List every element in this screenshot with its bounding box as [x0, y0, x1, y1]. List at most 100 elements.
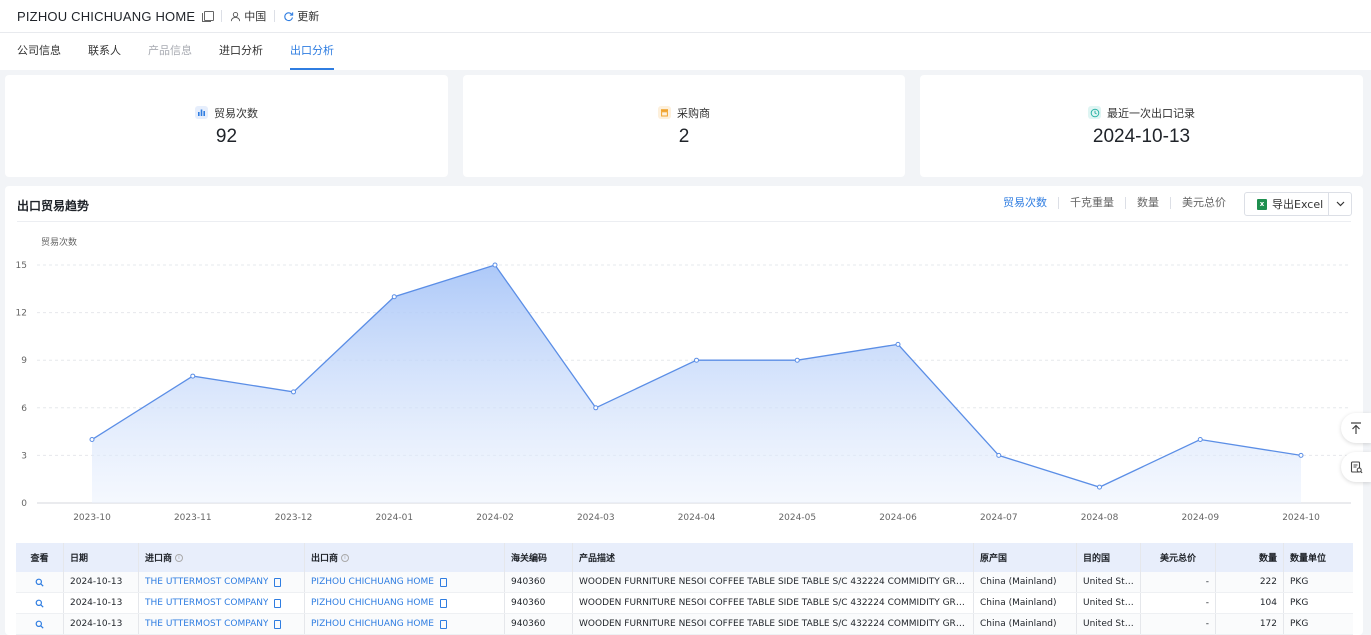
col-unit: 数量单位	[1290, 554, 1327, 564]
x-tick-label: 2024-08	[1081, 513, 1119, 523]
copy-icon[interactable]	[274, 619, 282, 629]
trend-chart: 贸易次数 0 3 6 9 12 15 2023-10 2023-11 2023-12 2024-…	[5, 226, 1363, 526]
table-row[interactable]: 2024-10-13 THE UTTERMOST COMPANY PIZHOU CH…	[16, 593, 1353, 614]
export-excel-main[interactable]: x 导出Excel	[1245, 193, 1329, 215]
cell-product-desc-text: WOODEN FURNITURE NESOI COFFEE TABLE SIDE…	[579, 577, 967, 587]
cell-destination: United Stat...	[1077, 593, 1141, 613]
y-tick-label: 0	[21, 499, 27, 509]
data-point[interactable]	[694, 357, 699, 363]
export-excel-button[interactable]: x 导出Excel	[1244, 192, 1352, 216]
metric-total-usd[interactable]: 美元总价	[1170, 197, 1237, 209]
panel-title: 出口贸易趋势	[17, 199, 90, 213]
cell-exporter[interactable]: PIZHOU CHICHUANG HOME	[305, 593, 505, 613]
cell-origin-text: China (Mainland)	[980, 577, 1057, 587]
cell-exporter-text[interactable]: PIZHOU CHICHUANG HOME	[311, 598, 434, 608]
metric-trade-count[interactable]: 贸易次数	[992, 197, 1058, 209]
cell-hs-code: 940360	[505, 572, 573, 592]
cell-quantity: 104	[1216, 593, 1284, 613]
user-pin-icon	[231, 11, 241, 21]
cell-importer-text[interactable]: THE UTTERMOST COMPANY	[145, 577, 268, 587]
cell-importer-text[interactable]: THE UTTERMOST COMPANY	[145, 598, 268, 608]
cell-destination: United Stat...	[1077, 614, 1141, 634]
tab-bar: 公司信息 联系人 产品信息 进口分析 出口分析	[0, 33, 1371, 70]
col-exporter-label: 出口商	[311, 554, 339, 564]
region-label: 中国	[244, 10, 267, 23]
last-export-card: 最近一次出口记录 2024-10-13	[920, 75, 1363, 177]
chevron-down-icon	[1336, 201, 1344, 207]
cell-unit-text: PKG	[1290, 577, 1309, 587]
data-point[interactable]	[794, 357, 800, 363]
search-icon[interactable]	[35, 599, 44, 608]
cell-hs-code: 940360	[505, 614, 573, 634]
col-importer-label: 进口商	[145, 554, 173, 564]
cell-product-desc: WOODEN FURNITURE NESOI COFFEE TABLE SIDE…	[573, 572, 974, 592]
col-total-usd[interactable]: 美元总价	[1141, 543, 1216, 572]
cell-total-usd-text: -	[1205, 619, 1209, 629]
cell-hs-code-text: 940360	[511, 577, 546, 587]
cell-exporter-text[interactable]: PIZHOU CHICHUANG HOME	[311, 577, 434, 587]
metric-quantity[interactable]: 数量	[1125, 197, 1170, 209]
cell-importer[interactable]: THE UTTERMOST COMPANY	[139, 614, 305, 634]
table-row[interactable]: 2024-10-13 THE UTTERMOST COMPANY PIZHOU CH…	[16, 614, 1353, 635]
divider	[17, 221, 1351, 222]
data-point[interactable]	[1097, 484, 1102, 490]
data-point[interactable]	[996, 452, 1002, 458]
tab-company-info[interactable]: 公司信息	[17, 33, 61, 70]
data-point[interactable]	[1298, 452, 1304, 458]
copy-icon[interactable]	[202, 10, 215, 22]
col-date[interactable]: 日期	[64, 543, 139, 572]
cell-total-usd: -	[1141, 614, 1216, 634]
cell-importer-text[interactable]: THE UTTERMOST COMPANY	[145, 619, 268, 629]
table-row[interactable]: 2024-10-13 THE UTTERMOST COMPANY PIZHOU CH…	[16, 572, 1353, 593]
copy-icon[interactable]	[439, 598, 447, 608]
cell-total-usd-text: -	[1205, 577, 1209, 587]
cell-quantity-text: 172	[1259, 619, 1277, 629]
cell-product-desc: WOODEN FURNITURE NESOI COFFEE TABLE SIDE…	[573, 614, 974, 634]
data-point[interactable]	[1197, 437, 1203, 443]
tab-contacts[interactable]: 联系人	[88, 33, 121, 70]
metric-weight-kg[interactable]: 千克重量	[1058, 197, 1125, 209]
cell-importer[interactable]: THE UTTERMOST COMPANY	[139, 572, 305, 592]
export-dropdown[interactable]	[1329, 201, 1351, 207]
report-button[interactable]	[1341, 452, 1371, 482]
cell-date: 2024-10-13	[64, 572, 139, 592]
data-point[interactable]	[895, 341, 901, 347]
back-to-top-button[interactable]	[1341, 413, 1371, 443]
top-bar: PIZHOU CHICHUANG HOME 中国 更新	[0, 0, 1371, 33]
cell-total-usd-text: -	[1205, 598, 1209, 608]
cell-origin: China (Mainland)	[974, 593, 1077, 613]
cell-exporter[interactable]: PIZHOU CHICHUANG HOME	[305, 572, 505, 592]
copy-icon[interactable]	[274, 577, 282, 587]
copy-icon[interactable]	[274, 598, 282, 608]
view-cell	[16, 614, 64, 634]
col-quantity[interactable]: 数量	[1216, 543, 1284, 572]
trade-count-value: 92	[215, 125, 238, 147]
cell-hs-code-text: 940360	[511, 619, 546, 629]
data-point[interactable]	[190, 373, 196, 379]
data-point[interactable]	[593, 405, 599, 411]
export-excel-label: 导出Excel	[1272, 198, 1324, 211]
search-icon[interactable]	[35, 620, 44, 629]
data-point[interactable]	[391, 294, 397, 300]
info-icon[interactable]: i	[341, 553, 350, 562]
tab-export-analysis[interactable]: 出口分析	[290, 33, 334, 70]
copy-icon[interactable]	[439, 619, 447, 629]
y-axis-label: 贸易次数	[41, 236, 77, 248]
info-icon[interactable]: i	[175, 553, 184, 562]
refresh-button[interactable]: 更新	[283, 8, 319, 24]
data-point[interactable]	[291, 389, 296, 395]
cell-destination-text: United Stat...	[1083, 598, 1134, 608]
cell-importer[interactable]: THE UTTERMOST COMPANY	[139, 593, 305, 613]
trade-count-label: 贸易次数	[214, 106, 258, 120]
data-point[interactable]	[89, 437, 95, 443]
export-records-table: 查看 日期 进口商 i 出口商 i 海关编码 产品描述 原产国 目的国 美元总价 数…	[16, 543, 1353, 635]
cell-exporter[interactable]: PIZHOU CHICHUANG HOME	[305, 614, 505, 634]
copy-icon[interactable]	[439, 577, 447, 587]
cell-quantity: 172	[1216, 614, 1284, 634]
store-icon	[658, 106, 671, 119]
data-point[interactable]	[492, 262, 498, 268]
search-icon[interactable]	[35, 578, 44, 587]
cell-product-desc: WOODEN FURNITURE NESOI COFFEE TABLE SIDE…	[573, 593, 974, 613]
tab-import-analysis[interactable]: 进口分析	[219, 33, 263, 70]
cell-exporter-text[interactable]: PIZHOU CHICHUANG HOME	[311, 619, 434, 629]
